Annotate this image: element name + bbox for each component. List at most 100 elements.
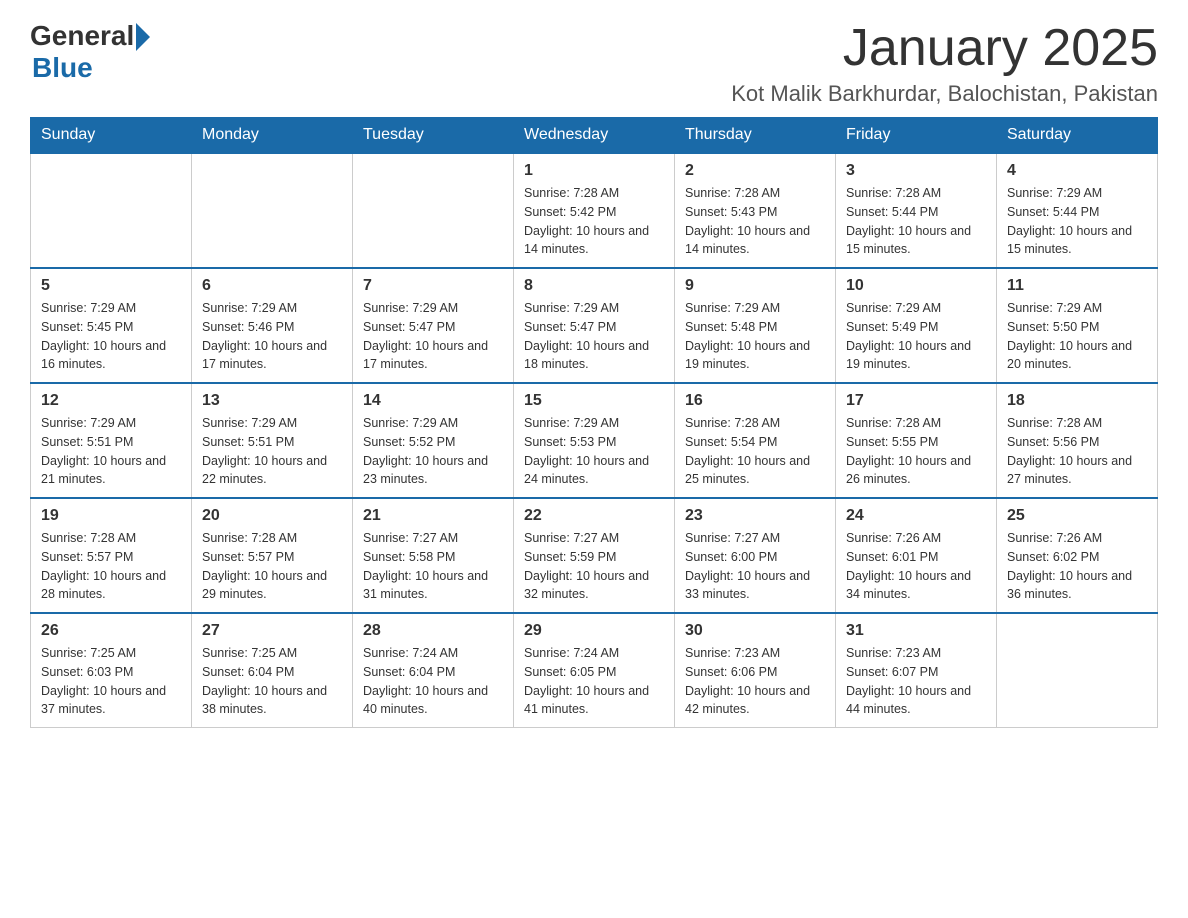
day-info: Sunrise: 7:29 AMSunset: 5:49 PMDaylight:…: [846, 299, 986, 374]
day-number: 10: [846, 277, 986, 295]
day-number: 19: [41, 507, 181, 525]
day-number: 15: [524, 392, 664, 410]
calendar-cell: 9Sunrise: 7:29 AMSunset: 5:48 PMDaylight…: [675, 268, 836, 383]
day-number: 21: [363, 507, 503, 525]
day-info: Sunrise: 7:29 AMSunset: 5:45 PMDaylight:…: [41, 299, 181, 374]
day-info: Sunrise: 7:29 AMSunset: 5:51 PMDaylight:…: [202, 414, 342, 489]
calendar-cell: 31 Sunrise: 7:23 AMSunset: 6:07 PMDayligh…: [836, 613, 997, 728]
day-info: Sunrise: 7:27 AMSunset: 5:59 PMDaylight:…: [524, 529, 664, 604]
calendar-cell: 22 Sunrise: 7:27 AMSunset: 5:59 PMDayligh…: [514, 498, 675, 613]
day-info: Sunrise: 7:28 AMSunset: 5:44 PMDaylight:…: [846, 184, 986, 259]
day-number: 4: [1007, 162, 1147, 180]
day-number: 16: [685, 392, 825, 410]
day-info: Sunrise: 7:26 AMSunset: 6:02 PMDaylight:…: [1007, 529, 1147, 604]
calendar-cell: 17Sunrise: 7:28 AMSunset: 5:55 PMDayligh…: [836, 383, 997, 498]
day-info: Sunrise: 7:26 AMSunset: 6:01 PMDaylight:…: [846, 529, 986, 604]
calendar-cell: 11 Sunrise: 7:29 AMSunset: 5:50 PMDayligh…: [997, 268, 1158, 383]
day-number: 11: [1007, 277, 1147, 295]
day-info: Sunrise: 7:27 AMSunset: 6:00 PMDaylight:…: [685, 529, 825, 604]
calendar-cell: 2Sunrise: 7:28 AMSunset: 5:43 PMDaylight…: [675, 153, 836, 268]
day-info: Sunrise: 7:24 AMSunset: 6:04 PMDaylight:…: [363, 644, 503, 719]
calendar-cell: 30 Sunrise: 7:23 AMSunset: 6:06 PMDayligh…: [675, 613, 836, 728]
day-info: Sunrise: 7:29 AMSunset: 5:53 PMDaylight:…: [524, 414, 664, 489]
calendar-week-4: 19 Sunrise: 7:28 AMSunset: 5:57 PMDayligh…: [31, 498, 1158, 613]
calendar-cell: 27 Sunrise: 7:25 AMSunset: 6:04 PMDayligh…: [192, 613, 353, 728]
day-number: 25: [1007, 507, 1147, 525]
day-info: Sunrise: 7:28 AMSunset: 5:57 PMDaylight:…: [202, 529, 342, 604]
day-info: Sunrise: 7:29 AMSunset: 5:51 PMDaylight:…: [41, 414, 181, 489]
day-number: 13: [202, 392, 342, 410]
calendar-cell: 4 Sunrise: 7:29 AMSunset: 5:44 PMDaylight…: [997, 153, 1158, 268]
day-number: 24: [846, 507, 986, 525]
calendar-cell: 15 Sunrise: 7:29 AMSunset: 5:53 PMDayligh…: [514, 383, 675, 498]
calendar-cell: 26Sunrise: 7:25 AMSunset: 6:03 PMDayligh…: [31, 613, 192, 728]
day-number: 29: [524, 622, 664, 640]
day-info: Sunrise: 7:29 AMSunset: 5:47 PMDaylight:…: [363, 299, 503, 374]
day-number: 14: [363, 392, 503, 410]
day-info: Sunrise: 7:29 AMSunset: 5:44 PMDaylight:…: [1007, 184, 1147, 259]
day-number: 12: [41, 392, 181, 410]
logo: General Blue: [30, 20, 150, 84]
day-info: Sunrise: 7:29 AMSunset: 5:46 PMDaylight:…: [202, 299, 342, 374]
calendar-header-row: SundayMondayTuesdayWednesdayThursdayFrid…: [31, 118, 1158, 154]
calendar-cell: 3 Sunrise: 7:28 AMSunset: 5:44 PMDaylight…: [836, 153, 997, 268]
day-info: Sunrise: 7:28 AMSunset: 5:54 PMDaylight:…: [685, 414, 825, 489]
calendar-cell: 1Sunrise: 7:28 AMSunset: 5:42 PMDaylight…: [514, 153, 675, 268]
calendar-cell: 21 Sunrise: 7:27 AMSunset: 5:58 PMDayligh…: [353, 498, 514, 613]
header-saturday: Saturday: [997, 118, 1158, 154]
day-number: 7: [363, 277, 503, 295]
calendar-cell: [31, 153, 192, 268]
calendar-week-5: 26Sunrise: 7:25 AMSunset: 6:03 PMDayligh…: [31, 613, 1158, 728]
calendar-cell: [997, 613, 1158, 728]
calendar-cell: [192, 153, 353, 268]
day-info: Sunrise: 7:28 AMSunset: 5:43 PMDaylight:…: [685, 184, 825, 259]
day-number: 22: [524, 507, 664, 525]
calendar-cell: 12 Sunrise: 7:29 AMSunset: 5:51 PMDayligh…: [31, 383, 192, 498]
day-number: 20: [202, 507, 342, 525]
day-info: Sunrise: 7:27 AMSunset: 5:58 PMDaylight:…: [363, 529, 503, 604]
calendar-cell: 16 Sunrise: 7:28 AMSunset: 5:54 PMDayligh…: [675, 383, 836, 498]
day-info: Sunrise: 7:29 AMSunset: 5:50 PMDaylight:…: [1007, 299, 1147, 374]
day-info: Sunrise: 7:28 AMSunset: 5:55 PMDaylight:…: [846, 414, 986, 489]
day-number: 27: [202, 622, 342, 640]
calendar-cell: 25 Sunrise: 7:26 AMSunset: 6:02 PMDayligh…: [997, 498, 1158, 613]
day-info: Sunrise: 7:28 AMSunset: 5:57 PMDaylight:…: [41, 529, 181, 604]
title-section: January 2025 Kot Malik Barkhurdar, Baloc…: [731, 20, 1158, 107]
calendar-cell: 19 Sunrise: 7:28 AMSunset: 5:57 PMDayligh…: [31, 498, 192, 613]
day-info: Sunrise: 7:24 AMSunset: 6:05 PMDaylight:…: [524, 644, 664, 719]
day-number: 31: [846, 622, 986, 640]
calendar-cell: [353, 153, 514, 268]
day-info: Sunrise: 7:29 AMSunset: 5:48 PMDaylight:…: [685, 299, 825, 374]
calendar-cell: 13 Sunrise: 7:29 AMSunset: 5:51 PMDayligh…: [192, 383, 353, 498]
day-number: 18: [1007, 392, 1147, 410]
day-info: Sunrise: 7:29 AMSunset: 5:47 PMDaylight:…: [524, 299, 664, 374]
calendar-cell: 28Sunrise: 7:24 AMSunset: 6:04 PMDayligh…: [353, 613, 514, 728]
calendar-cell: 14 Sunrise: 7:29 AMSunset: 5:52 PMDayligh…: [353, 383, 514, 498]
location-title: Kot Malik Barkhurdar, Balochistan, Pakis…: [731, 81, 1158, 107]
header-friday: Friday: [836, 118, 997, 154]
calendar-cell: 10 Sunrise: 7:29 AMSunset: 5:49 PMDayligh…: [836, 268, 997, 383]
header-tuesday: Tuesday: [353, 118, 514, 154]
calendar-cell: 7 Sunrise: 7:29 AMSunset: 5:47 PMDaylight…: [353, 268, 514, 383]
calendar-cell: 20 Sunrise: 7:28 AMSunset: 5:57 PMDayligh…: [192, 498, 353, 613]
logo-arrow-icon: [136, 23, 150, 51]
calendar-table: SundayMondayTuesdayWednesdayThursdayFrid…: [30, 117, 1158, 728]
month-title: January 2025: [731, 20, 1158, 77]
day-info: Sunrise: 7:29 AMSunset: 5:52 PMDaylight:…: [363, 414, 503, 489]
day-number: 8: [524, 277, 664, 295]
day-info: Sunrise: 7:23 AMSunset: 6:06 PMDaylight:…: [685, 644, 825, 719]
calendar-cell: 18Sunrise: 7:28 AMSunset: 5:56 PMDayligh…: [997, 383, 1158, 498]
logo-general-text: General: [30, 20, 134, 52]
day-info: Sunrise: 7:23 AMSunset: 6:07 PMDaylight:…: [846, 644, 986, 719]
calendar-cell: 23 Sunrise: 7:27 AMSunset: 6:00 PMDayligh…: [675, 498, 836, 613]
day-info: Sunrise: 7:25 AMSunset: 6:04 PMDaylight:…: [202, 644, 342, 719]
calendar-cell: 6Sunrise: 7:29 AMSunset: 5:46 PMDaylight…: [192, 268, 353, 383]
calendar-cell: 29 Sunrise: 7:24 AMSunset: 6:05 PMDayligh…: [514, 613, 675, 728]
calendar-cell: 8 Sunrise: 7:29 AMSunset: 5:47 PMDaylight…: [514, 268, 675, 383]
day-number: 26: [41, 622, 181, 640]
calendar-week-3: 12 Sunrise: 7:29 AMSunset: 5:51 PMDayligh…: [31, 383, 1158, 498]
day-number: 3: [846, 162, 986, 180]
calendar-cell: 24 Sunrise: 7:26 AMSunset: 6:01 PMDayligh…: [836, 498, 997, 613]
day-number: 23: [685, 507, 825, 525]
day-number: 30: [685, 622, 825, 640]
